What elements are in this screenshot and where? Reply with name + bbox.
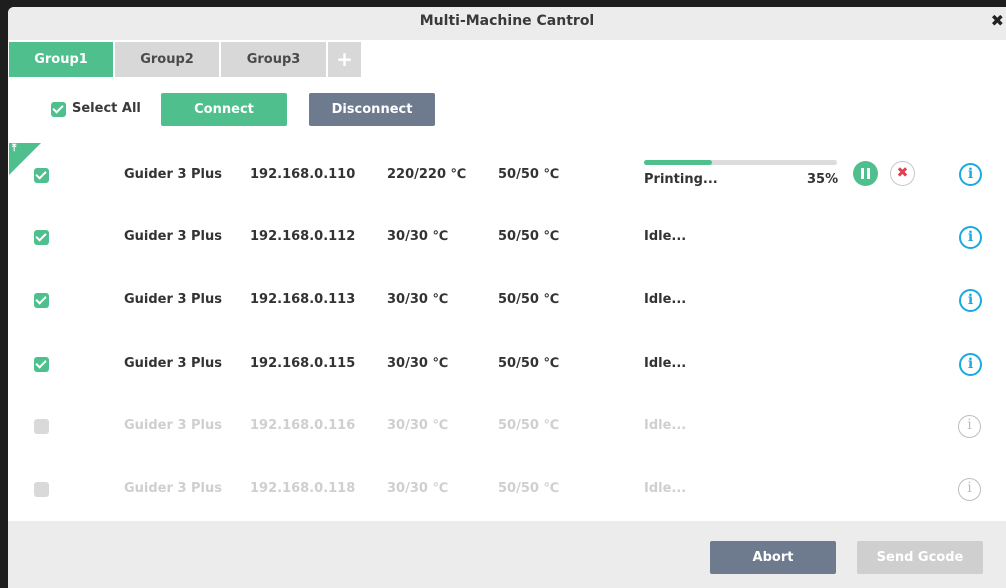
connect-button[interactable]: Connect: [161, 93, 287, 126]
machine-row: Guider 3 Plus 192.168.0.110 220/220 ℃ 50…: [8, 155, 1006, 195]
bed-temp: 50/50 ℃: [498, 418, 560, 433]
machine-ip: 192.168.0.115: [250, 356, 356, 371]
select-all-checkbox[interactable]: [51, 102, 66, 117]
machine-status: Idle...: [644, 229, 687, 244]
machine-checkbox[interactable]: [34, 168, 49, 183]
machine-status: Idle...: [644, 292, 687, 307]
machine-checkbox[interactable]: [34, 293, 49, 308]
stop-icon[interactable]: ✖: [890, 161, 915, 186]
pin-top-icon[interactable]: ⤒: [12, 144, 16, 154]
machine-status: Idle...: [644, 356, 687, 371]
info-icon[interactable]: i: [959, 163, 982, 186]
info-icon[interactable]: i: [959, 289, 982, 312]
disconnect-button[interactable]: Disconnect: [309, 93, 435, 126]
nozzle-temp: 30/30 ℃: [387, 356, 449, 371]
progress-fill: [644, 160, 712, 165]
info-icon[interactable]: i: [958, 415, 981, 438]
machine-name: Guider 3 Plus: [124, 167, 222, 182]
multi-machine-dialog: Multi-Machine Cantrol ✖ Group1 Group2 Gr…: [8, 7, 1006, 588]
machine-row: Guider 3 Plus 192.168.0.113 30/30 ℃ 50/5…: [8, 288, 1006, 328]
progress-bar: [644, 160, 837, 165]
machine-checkbox[interactable]: [34, 419, 49, 434]
nozzle-temp: 220/220 ℃: [387, 167, 467, 182]
machine-row: Guider 3 Plus 192.168.0.112 30/30 ℃ 50/5…: [8, 225, 1006, 265]
add-tab-button[interactable]: +: [328, 42, 361, 77]
machine-ip: 192.168.0.112: [250, 229, 356, 244]
info-icon[interactable]: i: [959, 353, 982, 376]
machine-name: Guider 3 Plus: [124, 418, 222, 433]
abort-button[interactable]: Abort: [710, 541, 836, 574]
title-bar: Multi-Machine Cantrol ✖: [8, 7, 1006, 40]
tab-group3[interactable]: Group3: [221, 42, 326, 77]
machine-ip: 192.168.0.110: [250, 167, 356, 182]
machine-status: Idle...: [644, 481, 687, 496]
nozzle-temp: 30/30 ℃: [387, 229, 449, 244]
machine-name: Guider 3 Plus: [124, 356, 222, 371]
bed-temp: 50/50 ℃: [498, 229, 560, 244]
toolbar: Select All Connect Disconnect: [8, 92, 1006, 128]
pause-icon[interactable]: [853, 161, 878, 186]
machine-status: Printing...: [644, 172, 718, 187]
machine-row: Guider 3 Plus 192.168.0.116 30/30 ℃ 50/5…: [8, 414, 1006, 454]
dialog-footer: Abort Send Gcode: [8, 521, 1006, 588]
machine-ip: 192.168.0.118: [250, 481, 356, 496]
bed-temp: 50/50 ℃: [498, 292, 560, 307]
machine-ip: 192.168.0.113: [250, 292, 356, 307]
dialog-title: Multi-Machine Cantrol: [419, 13, 595, 29]
machine-checkbox[interactable]: [34, 230, 49, 245]
info-icon[interactable]: i: [959, 226, 982, 249]
bed-temp: 50/50 ℃: [498, 356, 560, 371]
machine-checkbox[interactable]: [34, 357, 49, 372]
nozzle-temp: 30/30 ℃: [387, 418, 449, 433]
progress-percent: 35%: [807, 172, 839, 187]
machine-ip: 192.168.0.116: [250, 418, 356, 433]
send-gcode-button[interactable]: Send Gcode: [857, 541, 983, 574]
tab-group2[interactable]: Group2: [115, 42, 219, 77]
select-all-label: Select All: [72, 101, 141, 116]
nozzle-temp: 30/30 ℃: [387, 481, 449, 496]
tab-group1[interactable]: Group1: [9, 42, 113, 77]
close-icon[interactable]: ✖: [991, 11, 1004, 31]
machine-name: Guider 3 Plus: [124, 229, 222, 244]
info-icon[interactable]: i: [958, 478, 981, 501]
nozzle-temp: 30/30 ℃: [387, 292, 449, 307]
machine-name: Guider 3 Plus: [124, 292, 222, 307]
machine-status: Idle...: [644, 418, 687, 433]
bed-temp: 50/50 ℃: [498, 481, 560, 496]
machine-name: Guider 3 Plus: [124, 481, 222, 496]
machine-row: Guider 3 Plus 192.168.0.115 30/30 ℃ 50/5…: [8, 352, 1006, 392]
bed-temp: 50/50 ℃: [498, 167, 560, 182]
machine-checkbox[interactable]: [34, 482, 49, 497]
machine-row: Guider 3 Plus 192.168.0.118 30/30 ℃ 50/5…: [8, 477, 1006, 517]
